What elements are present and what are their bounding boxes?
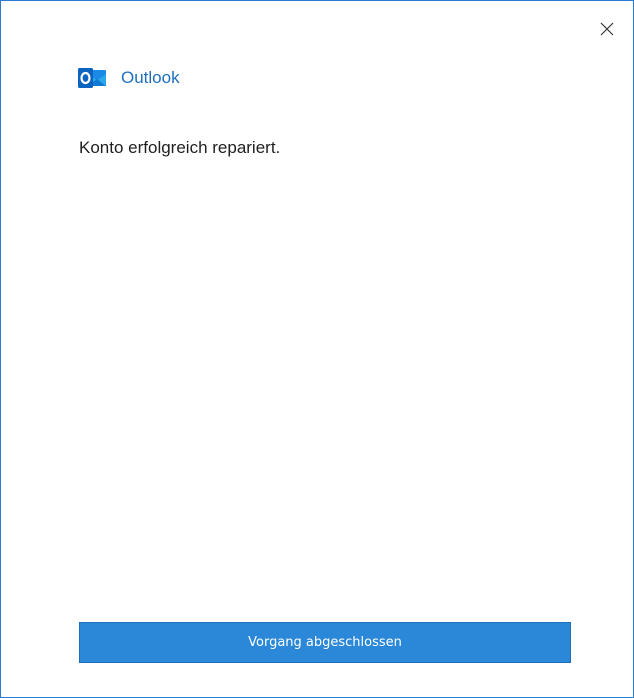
account-setup-dialog: Outlook Konto erfolgreich repariert. Vor… — [0, 0, 634, 698]
app-brand: Outlook — [77, 67, 180, 89]
done-button[interactable]: Vorgang abgeschlossen — [79, 622, 571, 663]
app-name: Outlook — [121, 68, 180, 87]
close-button[interactable] — [595, 17, 619, 41]
close-icon — [600, 22, 614, 36]
status-message: Konto erfolgreich repariert. — [79, 138, 281, 157]
outlook-logo-icon — [78, 68, 106, 88]
